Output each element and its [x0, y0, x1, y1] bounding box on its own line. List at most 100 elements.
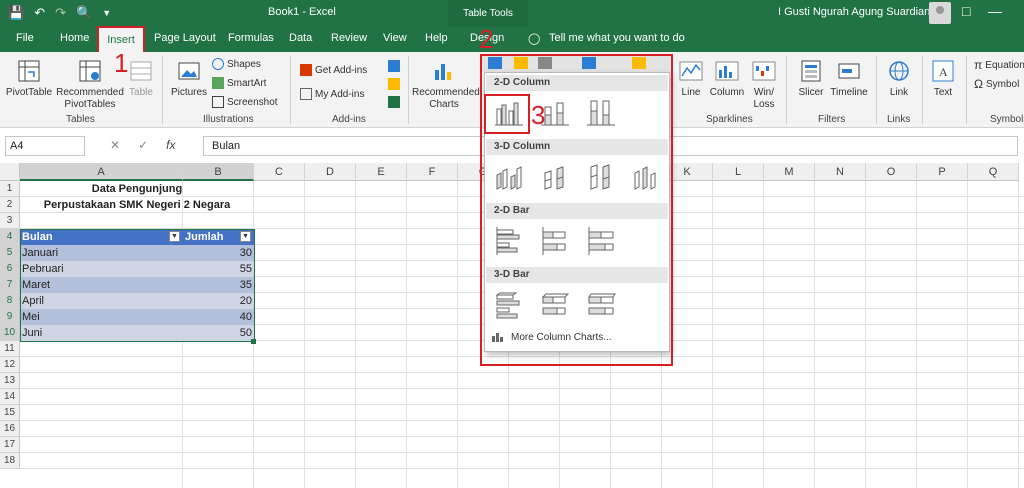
smartart-icon — [212, 77, 224, 89]
row-header[interactable]: 1 — [0, 181, 20, 197]
tab-home[interactable]: Home — [60, 32, 89, 44]
gridline — [20, 404, 1024, 405]
omega-icon: Ω — [974, 77, 983, 91]
row-header[interactable]: 6 — [0, 261, 20, 277]
pivottable-label: PivotTable — [5, 87, 53, 98]
tab-view[interactable]: View — [383, 32, 407, 44]
tab-file[interactable]: File — [16, 32, 34, 44]
my-addins-label: My Add-ins — [315, 88, 365, 100]
smartart-button[interactable]: SmartArt — [212, 77, 266, 89]
row-header[interactable]: 16 — [0, 421, 20, 437]
column-header[interactable]: F — [407, 163, 458, 181]
sparkline-line-label: Line — [681, 87, 701, 98]
title-bar: 💾 ↶ ↷ 🔍 ▼ Book1 - Excel Table Tools I Gu… — [0, 0, 1024, 27]
row-header[interactable]: 13 — [0, 373, 20, 389]
tab-page-layout[interactable]: Page Layout — [154, 32, 216, 44]
shapes-button[interactable]: Shapes — [212, 58, 261, 70]
tab-data[interactable]: Data — [289, 32, 312, 44]
name-box[interactable]: A4 — [5, 136, 85, 156]
column-header[interactable]: A — [20, 163, 183, 181]
slicer-button[interactable]: Slicer — [794, 58, 828, 99]
shapes-icon — [212, 58, 224, 70]
row-header[interactable]: 9 — [0, 309, 20, 325]
row-header[interactable]: 8 — [0, 293, 20, 309]
table-label: Table — [129, 87, 153, 98]
pictures-label: Pictures — [170, 87, 208, 98]
avatar[interactable] — [929, 2, 951, 24]
save-icon[interactable]: 💾 — [8, 5, 24, 21]
timeline-button[interactable]: Timeline — [828, 58, 870, 99]
group-divider — [922, 56, 923, 124]
title-cell-2[interactable]: Perpustakaan SMK Negeri 2 Negara — [20, 197, 254, 213]
people-graph-icon[interactable] — [388, 96, 400, 108]
column-header[interactable]: Q — [968, 163, 1019, 181]
tab-review[interactable]: Review — [331, 32, 367, 44]
screenshot-label: Screenshot — [227, 96, 278, 108]
title-cell-1[interactable]: Data Pengunjung — [20, 181, 254, 197]
column-header[interactable]: O — [866, 163, 917, 181]
screenshot-button[interactable]: Screenshot — [212, 96, 278, 108]
bing-maps-icon[interactable] — [388, 78, 400, 90]
quick-access-toolbar: 💾 ↶ ↷ 🔍 ▼ — [8, 5, 111, 21]
column-header[interactable]: E — [356, 163, 407, 181]
row-header[interactable]: 14 — [0, 389, 20, 405]
get-addins-label: Get Add-ins — [315, 64, 368, 76]
timeline-icon — [838, 63, 860, 79]
column-header[interactable]: C — [254, 163, 305, 181]
column-header[interactable]: M — [764, 163, 815, 181]
column-header[interactable]: P — [917, 163, 968, 181]
tell-me-input[interactable]: Tell me what you want to do — [549, 32, 685, 44]
gridline — [20, 452, 1024, 453]
cancel-icon[interactable]: ✕ — [110, 138, 120, 152]
row-header[interactable]: 7 — [0, 277, 20, 293]
customize-qat-icon[interactable]: ▼ — [102, 8, 111, 18]
minimize-icon[interactable]: — — [988, 3, 1002, 19]
timeline-label: Timeline — [830, 87, 868, 98]
fill-handle[interactable] — [251, 339, 256, 344]
sparkline-line-button[interactable]: Line — [676, 58, 706, 99]
column-header[interactable]: L — [713, 163, 764, 181]
visio-icon[interactable] — [388, 60, 400, 72]
row-header[interactable]: 10 — [0, 325, 20, 341]
undo-icon[interactable]: ↶ — [34, 5, 45, 21]
row-header[interactable]: 12 — [0, 357, 20, 373]
user-name[interactable]: I Gusti Ngurah Agung Suardiana - — [778, 6, 943, 18]
sparkline-column-button[interactable]: Column — [708, 58, 746, 99]
link-button[interactable]: Link — [882, 58, 916, 99]
row-header[interactable]: 5 — [0, 245, 20, 261]
print-preview-icon[interactable]: 🔍 — [76, 5, 92, 21]
get-addins-button[interactable]: Get Add-ins — [300, 64, 367, 76]
text-button[interactable]: A Text — [928, 58, 958, 99]
equation-button[interactable]: π Equation — [974, 58, 1024, 72]
row-header[interactable]: 3 — [0, 213, 20, 229]
redo-icon[interactable]: ↷ — [55, 5, 66, 21]
row-header[interactable]: 11 — [0, 341, 20, 357]
recommended-charts-button[interactable]: Recommended Charts — [412, 58, 480, 111]
row-header[interactable]: 18 — [0, 453, 20, 469]
ribbon-display-options-icon[interactable]: □ — [962, 3, 970, 19]
link-label: Link — [889, 87, 909, 98]
column-header[interactable]: N — [815, 163, 866, 181]
insert-function-icon[interactable]: fx — [166, 138, 175, 152]
group-label-symbols: Symbols — [990, 114, 1024, 125]
row-header[interactable]: 17 — [0, 437, 20, 453]
tab-help[interactable]: Help — [425, 32, 448, 44]
row-header[interactable]: 15 — [0, 405, 20, 421]
symbol-button[interactable]: Ω Symbol — [974, 77, 1019, 91]
pivottable-button[interactable]: PivotTable — [4, 58, 54, 99]
recommended-pivottables-icon — [79, 60, 101, 82]
row-header[interactable]: 4 — [0, 229, 20, 245]
pictures-button[interactable]: Pictures — [168, 58, 210, 99]
sparkline-column-icon — [715, 61, 739, 81]
tab-formulas[interactable]: Formulas — [228, 32, 274, 44]
column-header[interactable]: B — [183, 163, 254, 181]
my-addins-button[interactable]: My Add-ins — [300, 88, 364, 100]
select-all-corner[interactable] — [0, 163, 20, 181]
row-header[interactable]: 2 — [0, 197, 20, 213]
gridline — [20, 436, 1024, 437]
table-button[interactable]: Table — [126, 58, 156, 99]
group-divider — [786, 56, 787, 124]
sparkline-winloss-button[interactable]: Win/ Loss — [748, 58, 780, 111]
column-header[interactable]: D — [305, 163, 356, 181]
enter-icon[interactable]: ✓ — [138, 138, 148, 152]
